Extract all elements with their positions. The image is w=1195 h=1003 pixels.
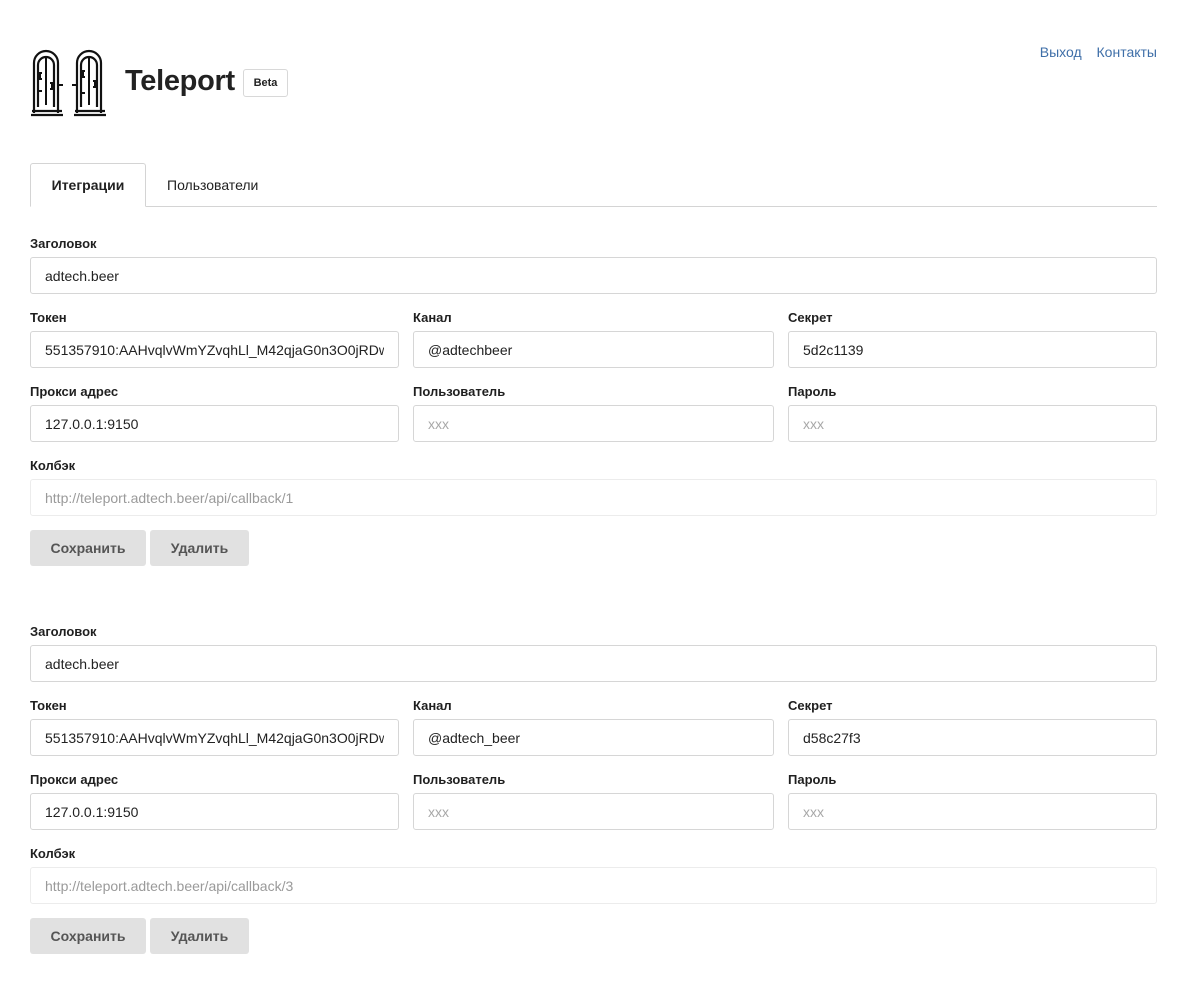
user-input[interactable] — [413, 405, 774, 442]
password-label: Пароль — [788, 384, 837, 399]
password-label: Пароль — [788, 772, 837, 787]
title-label: Заголовок — [30, 236, 97, 251]
top-links: Выход Контакты — [1029, 44, 1157, 60]
channel-label: Канал — [413, 310, 452, 325]
channel-label: Канал — [413, 698, 452, 713]
logout-link[interactable]: Выход — [1040, 44, 1082, 60]
secret-label: Секрет — [788, 310, 833, 325]
title-input[interactable] — [30, 645, 1157, 682]
beta-badge: Beta — [243, 69, 288, 97]
secret-input[interactable] — [788, 331, 1157, 368]
user-input[interactable] — [413, 793, 774, 830]
proxy-label: Прокси адрес — [30, 384, 119, 399]
callback-label: Колбэк — [30, 846, 76, 861]
teleport-pods-icon — [31, 49, 106, 117]
save-button[interactable]: Сохранить — [30, 530, 146, 566]
app-header: Teleport Beta Выход Контакты — [30, 44, 1157, 117]
user-label: Пользователь — [413, 384, 506, 399]
token-label: Токен — [30, 310, 67, 325]
password-input[interactable] — [788, 405, 1157, 442]
tab-users[interactable]: Пользователи — [167, 163, 258, 206]
callback-label: Колбэк — [30, 458, 76, 473]
integration-form: Заголовок Токен Канал Секрет Прокси адре… — [30, 236, 1157, 566]
tab-bar: Итеграции Пользователи — [30, 163, 1157, 207]
channel-input[interactable] — [413, 331, 774, 368]
secret-label: Секрет — [788, 698, 833, 713]
callback-input[interactable] — [30, 479, 1157, 516]
token-label: Токен — [30, 698, 67, 713]
app-title: Teleport — [125, 65, 235, 97]
proxy-label: Прокси адрес — [30, 772, 119, 787]
password-input[interactable] — [788, 793, 1157, 830]
token-input[interactable] — [30, 719, 399, 756]
tab-integrations[interactable]: Итеграции — [30, 163, 146, 207]
user-label: Пользователь — [413, 772, 506, 787]
channel-input[interactable] — [413, 719, 774, 756]
save-button[interactable]: Сохранить — [30, 918, 146, 954]
proxy-input[interactable] — [30, 405, 399, 442]
token-input[interactable] — [30, 331, 399, 368]
integration-form: Заголовок Токен Канал Секрет Прокси адре… — [30, 624, 1157, 954]
title-label: Заголовок — [30, 624, 97, 639]
title-input[interactable] — [30, 257, 1157, 294]
proxy-input[interactable] — [30, 793, 399, 830]
secret-input[interactable] — [788, 719, 1157, 756]
callback-input[interactable] — [30, 867, 1157, 904]
delete-button[interactable]: Удалить — [150, 530, 249, 566]
contacts-link[interactable]: Контакты — [1097, 44, 1157, 60]
delete-button[interactable]: Удалить — [150, 918, 249, 954]
